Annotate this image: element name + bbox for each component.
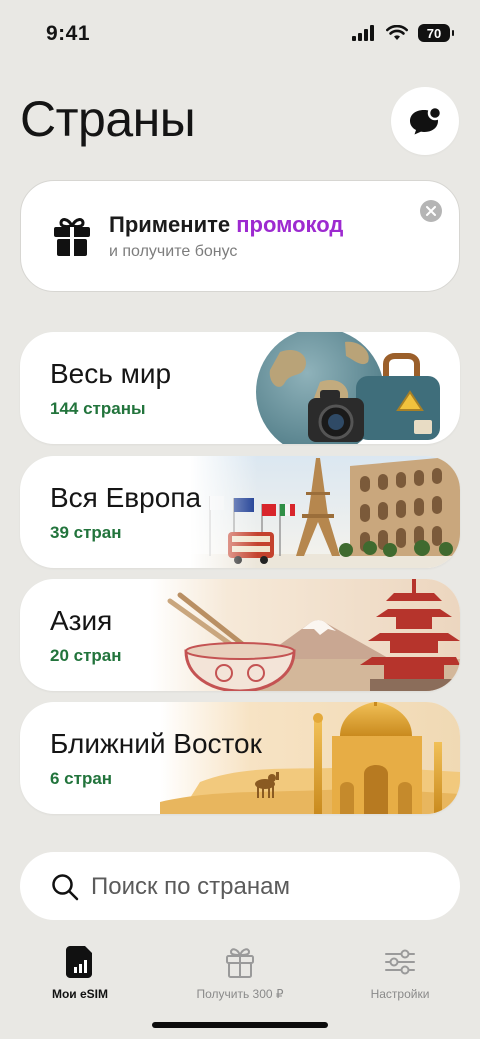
promo-subtitle: и получите бонус xyxy=(109,243,238,260)
globe-suitcase-illustration xyxy=(256,332,440,444)
tab-label: Получить 300 ₽ xyxy=(196,987,284,1001)
region-card-asia[interactable]: Азия 20 стран xyxy=(20,579,460,691)
status-icons: 70 xyxy=(352,24,454,42)
close-icon xyxy=(426,206,436,216)
gift-icon xyxy=(226,948,254,978)
wifi-icon xyxy=(386,25,408,40)
region-card-world[interactable]: Весь мир 144 страны xyxy=(20,332,460,444)
europe-landmarks-illustration xyxy=(190,456,460,568)
region-count: 39 стран xyxy=(50,523,122,542)
search-bar[interactable] xyxy=(20,852,460,920)
region-name: Вся Европа xyxy=(50,482,202,513)
region-count: 20 стран xyxy=(50,646,122,665)
page-title: Страны xyxy=(20,91,196,147)
region-card-middle-east[interactable]: Ближний Восток 6 стран xyxy=(20,702,460,814)
gift-icon xyxy=(54,218,90,256)
tab-my-esim[interactable]: Мои eSIM xyxy=(10,946,150,1001)
region-card-europe[interactable]: Вся Европа 39 стран xyxy=(20,456,460,568)
support-chat-button[interactable] xyxy=(391,87,459,155)
promo-close-button[interactable] xyxy=(420,200,442,222)
signal-icon xyxy=(352,25,374,41)
promo-card[interactable]: Примените промокод и получите бонус xyxy=(20,180,460,292)
region-count: 6 стран xyxy=(50,769,113,788)
promo-title: Примените промокод xyxy=(109,212,343,238)
region-name: Ближний Восток xyxy=(50,728,262,759)
sliders-icon xyxy=(385,949,415,975)
chat-bubble-icon xyxy=(410,106,442,135)
sim-card-icon xyxy=(66,946,92,978)
region-name: Весь мир xyxy=(50,358,172,389)
battery-icon: 70 xyxy=(418,24,454,42)
search-icon xyxy=(52,874,79,901)
tab-label: Мои eSIM xyxy=(51,987,109,1001)
home-indicator xyxy=(152,1022,328,1028)
tab-settings[interactable]: Настройки xyxy=(330,946,470,1001)
status-bar: 9:41 70 xyxy=(0,0,480,70)
status-time: 9:41 xyxy=(46,22,91,45)
tab-label: Настройки xyxy=(370,987,430,1001)
asia-landmarks-illustration xyxy=(150,579,460,691)
search-input[interactable] xyxy=(89,866,433,908)
promo-code-link[interactable]: промокод xyxy=(236,212,343,237)
promo-title-prefix: Примените xyxy=(109,212,237,237)
region-name: Азия xyxy=(50,605,113,636)
battery-level: 70 xyxy=(426,25,442,41)
tab-get-bonus[interactable]: Получить 300 ₽ xyxy=(170,946,310,1001)
region-count: 144 страны xyxy=(50,399,146,418)
